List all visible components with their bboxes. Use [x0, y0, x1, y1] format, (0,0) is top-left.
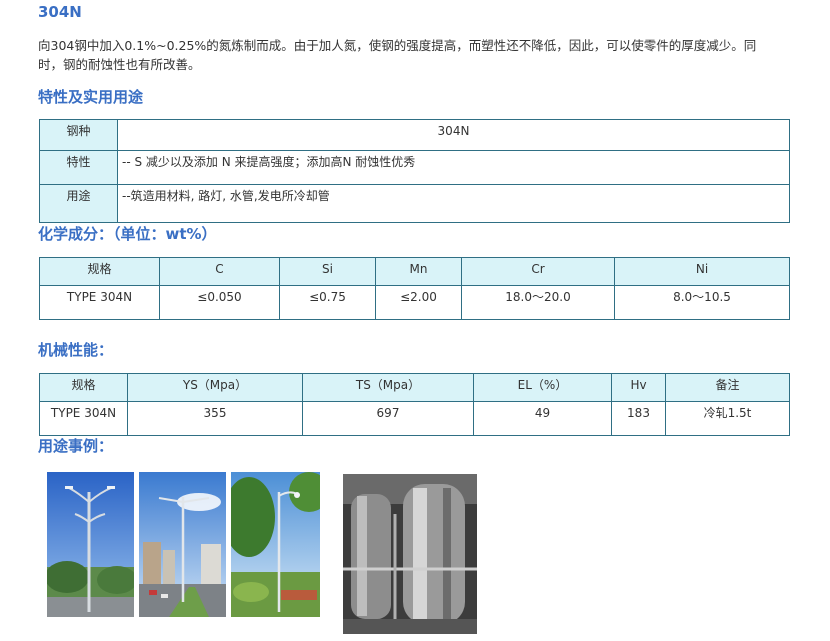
table-cell: 304N [117, 119, 790, 151]
table-cell: TYPE 304N [39, 285, 160, 320]
table-cell: 用途 [39, 184, 118, 223]
table-row: 钢种 304N [39, 119, 790, 151]
table-cell: ≤0.75 [279, 285, 376, 320]
table-cell: 钢种 [39, 119, 118, 151]
street-lamp-photo [47, 472, 134, 617]
table-header-cell: Hv [611, 373, 666, 402]
table-row: 特性 -- S 减少以及添加 N 来提高强度；添加高N 耐蚀性优秀 [39, 150, 790, 185]
table-header-cell: TS（Mpa） [302, 373, 474, 402]
table-cell: --筑造用材料, 路灯, 水管,发电所冷却管 [117, 184, 790, 223]
table-cell: 49 [473, 401, 612, 436]
table-cell: 冷轧1.5t [665, 401, 790, 436]
page-title: 304N [38, 3, 82, 21]
section-heading-uses: 用途事例： [38, 437, 114, 455]
table-cell: ≤2.00 [375, 285, 462, 320]
table-header-cell: 规格 [39, 257, 160, 286]
chemistry-table: 规格 C Si Mn Cr Ni TYPE 304N ≤0.050 ≤0.75 … [39, 257, 790, 320]
table-cell: 697 [302, 401, 474, 436]
table-header-cell: Si [279, 257, 376, 286]
section-heading-properties: 特性及实用用途 [38, 88, 144, 106]
table-cell: -- S 减少以及添加 N 来提高强度；添加高N 耐蚀性优秀 [117, 150, 790, 185]
table-header-row: 规格 YS（Mpa） TS（Mpa） EL（%） Hv 备注 [39, 373, 790, 402]
mechanical-table: 规格 YS（Mpa） TS（Mpa） EL（%） Hv 备注 TYPE 304N… [39, 373, 790, 436]
table-cell: ≤0.050 [159, 285, 280, 320]
table-row: TYPE 304N ≤0.050 ≤0.75 ≤2.00 18.0～20.0 8… [39, 285, 790, 320]
properties-table: 钢种 304N 特性 -- S 减少以及添加 N 来提高强度；添加高N 耐蚀性优… [39, 119, 790, 223]
section-heading-chemistry: 化学成分：（单位：wt%） [38, 225, 217, 243]
table-cell: 18.0～20.0 [461, 285, 615, 320]
table-cell: 355 [127, 401, 303, 436]
table-cell: 特性 [39, 150, 118, 185]
table-header-cell: YS（Mpa） [127, 373, 303, 402]
table-cell: 183 [611, 401, 666, 436]
table-header-cell: C [159, 257, 280, 286]
table-row: TYPE 304N 355 697 49 183 冷轧1.5t [39, 401, 790, 436]
intro-paragraph: 向304钢中加入0.1%~0.25%的氮炼制而成。由于加人氮，使钢的强度提高，而… [38, 38, 757, 72]
table-header-cell: Ni [614, 257, 790, 286]
table-header-cell: 备注 [665, 373, 790, 402]
table-header-row: 规格 C Si Mn Cr Ni [39, 257, 790, 286]
stainless-tank-photo [343, 474, 477, 634]
table-cell: TYPE 304N [39, 401, 128, 436]
table-header-cell: Cr [461, 257, 615, 286]
street-lamp-photo [231, 472, 320, 617]
table-row: 用途 --筑造用材料, 路灯, 水管,发电所冷却管 [39, 184, 790, 223]
street-lamp-photo [139, 472, 226, 617]
table-header-cell: 规格 [39, 373, 128, 402]
section-heading-mechanical: 机械性能： [38, 341, 114, 359]
table-cell: 8.0～10.5 [614, 285, 790, 320]
table-header-cell: Mn [375, 257, 462, 286]
table-header-cell: EL（%） [473, 373, 612, 402]
